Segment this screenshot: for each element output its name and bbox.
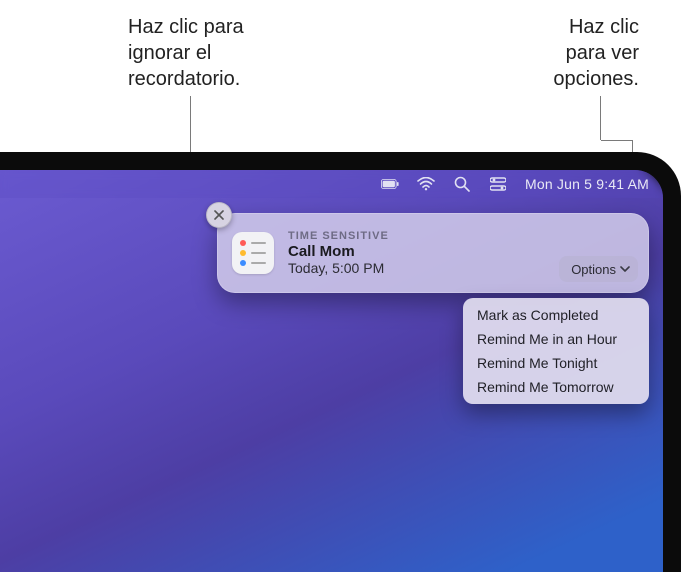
dot-icon xyxy=(240,260,246,266)
control-center-icon[interactable] xyxy=(489,175,507,193)
menu-item-mark-completed[interactable]: Mark as Completed xyxy=(463,303,649,327)
close-button[interactable] xyxy=(206,202,232,228)
options-button[interactable]: Options xyxy=(559,256,638,282)
wifi-icon[interactable] xyxy=(417,175,435,193)
chevron-down-icon xyxy=(620,265,630,273)
menu-item-remind-hour[interactable]: Remind Me in an Hour xyxy=(463,327,649,351)
battery-icon[interactable] xyxy=(381,175,399,193)
options-label: Options xyxy=(571,262,616,277)
leader-line xyxy=(601,140,633,141)
menu-item-remind-tonight[interactable]: Remind Me Tonight xyxy=(463,351,649,375)
callout-options: Haz clicpara veropciones. xyxy=(553,14,639,92)
menubar: Mon Jun 5 9:41 AM xyxy=(0,170,663,198)
close-icon xyxy=(214,210,224,220)
device-bezel: Mon Jun 5 9:41 AM TIME SENSITIVE Call Mo… xyxy=(0,152,681,572)
options-dropdown: Mark as Completed Remind Me in an Hour R… xyxy=(463,298,649,404)
dot-icon xyxy=(240,240,246,246)
leader-line xyxy=(600,96,601,140)
desktop-screen: Mon Jun 5 9:41 AM TIME SENSITIVE Call Mo… xyxy=(0,170,663,572)
leader-line xyxy=(190,96,191,144)
reminders-app-icon xyxy=(232,232,274,274)
dot-icon xyxy=(240,250,246,256)
callout-dismiss: Haz clic paraignorar elrecordatorio. xyxy=(128,14,244,92)
notification-card[interactable]: TIME SENSITIVE Call Mom Today, 5:00 PM O… xyxy=(217,213,649,293)
menubar-datetime[interactable]: Mon Jun 5 9:41 AM xyxy=(525,176,649,192)
menu-item-remind-tomorrow[interactable]: Remind Me Tomorrow xyxy=(463,375,649,399)
search-icon[interactable] xyxy=(453,175,471,193)
notification-badge: TIME SENSITIVE xyxy=(288,230,634,242)
